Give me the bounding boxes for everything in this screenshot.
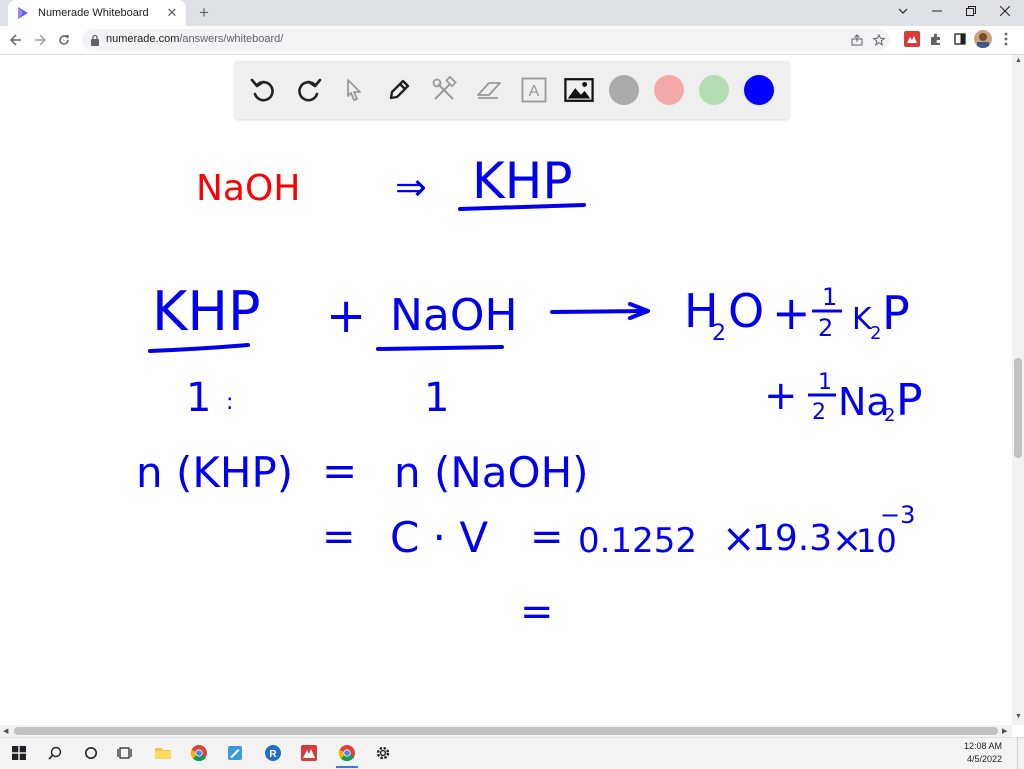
restore-icon[interactable] (954, 0, 988, 22)
ink-plus-1: + (326, 288, 366, 344)
tab-close-icon[interactable]: ✕ (164, 5, 180, 21)
svg-text:R: R (269, 749, 277, 760)
ink-underline-eq-khp (148, 343, 250, 353)
clock-time[interactable]: 12:08 AM (964, 741, 1002, 751)
ink-na2p-sub: 2 (884, 405, 895, 426)
ink-times-1: × (722, 516, 756, 562)
chrome-icon[interactable] (188, 742, 210, 764)
ink-value-v: 19.3 (752, 518, 832, 559)
minimize-icon[interactable] (920, 0, 954, 22)
ink-frac2-num: 1 (818, 370, 832, 395)
ink-reaction-arrow-shaft (550, 309, 647, 314)
side-panel-icon[interactable] (952, 31, 968, 47)
whiteboard-canvas[interactable]: A NaOH ⇒ KHP KHP + NaOH H 2 O + 1 2 K 2 … (0, 55, 1012, 725)
ink-equals-1: = (322, 446, 357, 495)
ink-khp-target: KHP (472, 152, 573, 210)
windows-taskbar: R 12:08 AM 4/5/2022 (0, 737, 1024, 769)
r-app-icon[interactable]: R (262, 742, 284, 764)
cortana-icon[interactable] (80, 742, 102, 764)
ink-exponent: −3 (880, 501, 915, 529)
ink-eq-khp: KHP (152, 280, 261, 343)
ink-naoh-red: NaOH (196, 168, 300, 209)
extensions-puzzle-icon[interactable] (928, 31, 944, 47)
tab-numerade-whiteboard[interactable]: Numerade Whiteboard ✕ (8, 0, 186, 26)
url-text: numerade.com/answers/whiteboard/ (106, 33, 283, 45)
ink-plus-3: + (764, 373, 798, 419)
ink-na2p-na: Na (838, 380, 890, 424)
scroll-left-icon[interactable]: ◀ (3, 727, 8, 735)
windows-start-icon[interactable] (8, 742, 30, 764)
address-bar[interactable]: numerade.com/answers/whiteboard/ (82, 29, 890, 51)
horizontal-scrollbar[interactable]: ◀ ▶ (0, 725, 1012, 737)
chrome-active-icon[interactable] (336, 742, 358, 764)
new-tab-button[interactable]: + (194, 3, 214, 23)
handwriting-layer: NaOH ⇒ KHP KHP + NaOH H 2 O + 1 2 K 2 P … (136, 152, 923, 635)
extension-red-icon[interactable] (904, 31, 920, 47)
ink-equals-4: = (520, 589, 554, 635)
red-app-icon[interactable] (298, 742, 320, 764)
horizontal-scroll-thumb[interactable] (14, 727, 998, 735)
ink-value-c: 0.1252 (578, 521, 697, 561)
tab-strip: Numerade Whiteboard ✕ + (0, 0, 1024, 26)
scroll-down-icon[interactable]: ▼ (1015, 713, 1022, 720)
ink-water-o: O (728, 284, 764, 338)
ink-k2p-sub: 2 (870, 323, 881, 344)
lock-icon (91, 34, 99, 46)
share-icon[interactable] (850, 33, 864, 47)
ink-k2p-p: P (882, 286, 910, 340)
ink-frac1-den: 2 (818, 314, 833, 342)
settings-gear-icon[interactable] (372, 742, 394, 764)
scroll-right-icon[interactable]: ▶ (1002, 727, 1007, 735)
profile-avatar[interactable] (974, 30, 992, 48)
url-path: /answers/whiteboard/ (179, 33, 284, 45)
scroll-up-icon[interactable]: ▲ (1015, 57, 1022, 64)
reload-icon[interactable] (54, 30, 74, 50)
bookmark-star-icon[interactable] (872, 33, 886, 47)
file-explorer-icon[interactable] (152, 742, 174, 764)
forward-icon[interactable] (30, 30, 50, 50)
ink-n-naoh: n (NaOH) (394, 448, 589, 497)
back-icon[interactable] (6, 30, 26, 50)
ink-ratio-left: 1 (186, 375, 211, 421)
close-window-icon[interactable] (988, 0, 1022, 22)
tab-title: Numerade Whiteboard (38, 7, 149, 19)
vertical-scroll-thumb[interactable] (1014, 358, 1022, 458)
ink-equals-3: = (530, 514, 564, 560)
ink-n-khp: n (KHP) (136, 448, 293, 497)
task-view-icon[interactable] (114, 742, 136, 764)
url-host: numerade.com (106, 33, 180, 45)
numerade-favicon-icon (18, 7, 28, 19)
kebab-menu-icon[interactable] (998, 31, 1014, 47)
ink-equals-2: = (322, 514, 356, 560)
ink-water-sub: 2 (712, 321, 726, 346)
notes-app-icon[interactable] (224, 742, 246, 764)
ink-frac1-num: 1 (822, 283, 837, 311)
vertical-scrollbar[interactable]: ▲ ▼ (1012, 55, 1024, 725)
ink-implies-arrow: ⇒ (395, 165, 427, 209)
ink-plus-2: + (772, 286, 811, 340)
browser-toolbar: numerade.com/answers/whiteboard/ (0, 26, 1024, 55)
ink-underline-eq-naoh (376, 345, 504, 351)
ink-frac2-den: 2 (812, 400, 826, 425)
clock-date[interactable]: 4/5/2022 (967, 754, 1002, 764)
ink-ratio-colon: : (226, 390, 233, 415)
tab-search-icon[interactable] (886, 0, 920, 22)
show-desktop-button[interactable] (1017, 738, 1024, 769)
ink-cv: C · V (390, 513, 488, 562)
ink-na2p-p: P (896, 375, 923, 426)
ink-ratio-right: 1 (424, 375, 449, 421)
search-icon[interactable] (44, 742, 66, 764)
ink-eq-naoh: NaOH (390, 290, 518, 341)
